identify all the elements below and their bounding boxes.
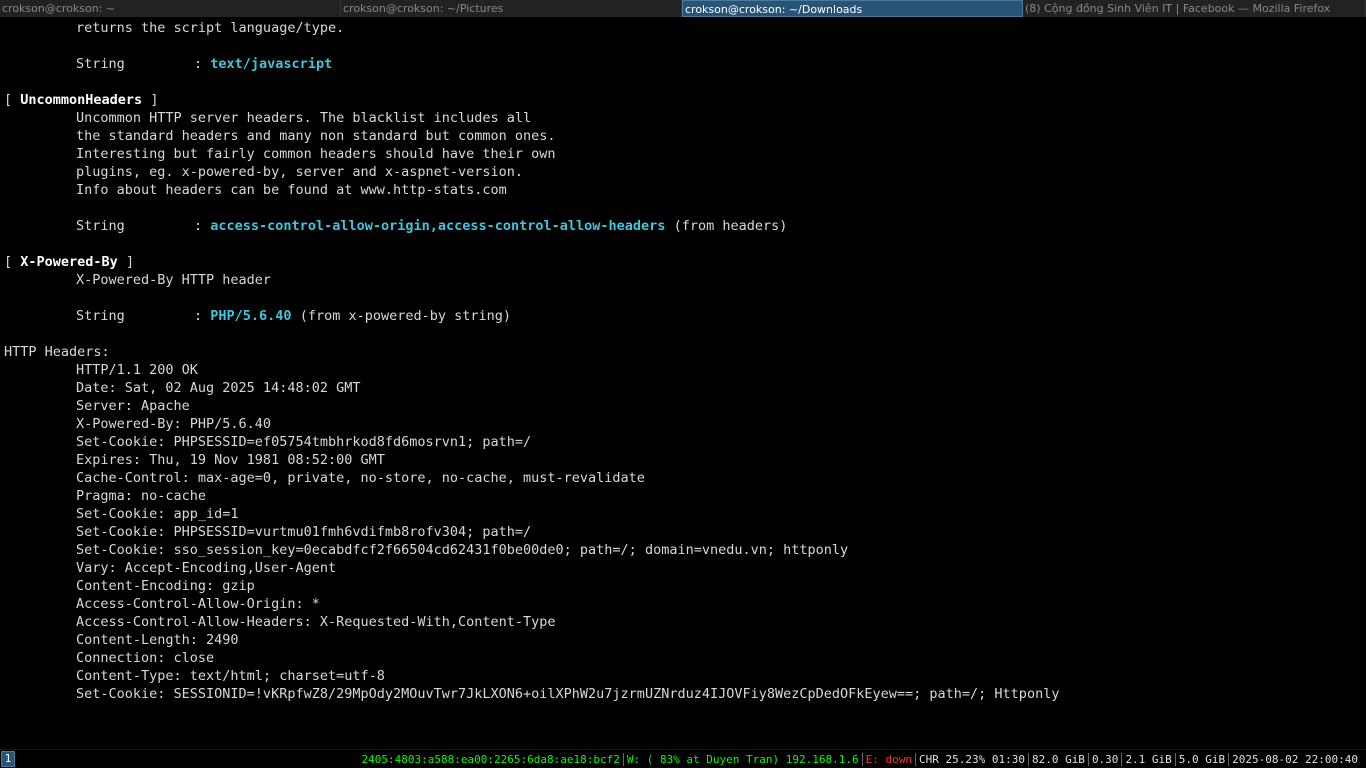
plugin-name: UncommonHeaders bbox=[20, 92, 143, 108]
plugin-string-line: String: access-control-allow-origin,acce… bbox=[0, 217, 1366, 235]
http-header-line: Pragma: no-cache bbox=[76, 488, 207, 504]
plugin-desc-line: the standard headers and many non standa… bbox=[76, 128, 556, 144]
status-battery: CHR 25.23% 01:30 bbox=[918, 753, 1025, 766]
status-separator bbox=[1087, 753, 1089, 766]
status-memory-free: 5.0 GiB bbox=[1178, 753, 1226, 766]
colon: : bbox=[194, 308, 203, 324]
string-value: access-control-allow-origin,access-contr… bbox=[210, 218, 666, 234]
http-header-line: X-Powered-By: PHP/5.6.40 bbox=[76, 416, 272, 432]
http-header-line: Set-Cookie: SESSIONID=!vKRpfwZ8/29MpOdy2… bbox=[76, 686, 1060, 702]
http-header-line: Expires: Thu, 19 Nov 1981 08:52:00 GMT bbox=[76, 452, 385, 468]
status-ipv6: 2405:4803:a588:ea00:2265:6da8:ae18:bcf2 bbox=[361, 753, 620, 766]
tab-firefox[interactable]: (8) Cộng đồng Sinh Viên IT | Facebook — … bbox=[1023, 0, 1366, 17]
status-wifi: W: ( 83% at Duyen Tran) 192.168.1.6 bbox=[626, 753, 859, 766]
bracket-close: ] bbox=[142, 92, 159, 108]
status-separator bbox=[861, 753, 863, 766]
bracket-close: ] bbox=[117, 254, 135, 270]
http-header-line: Vary: Accept-Encoding,User-Agent bbox=[76, 560, 337, 576]
tab-home-terminal[interactable]: crokson@crokson: ~ bbox=[0, 0, 341, 17]
http-headers-title: HTTP Headers: bbox=[4, 344, 110, 360]
http-header-line: Set-Cookie: sso_session_key=0ecabdfcf2f6… bbox=[76, 542, 849, 558]
plugin-header-uncommon-headers: [ UncommonHeaders ] bbox=[0, 91, 1366, 109]
plugin-header-x-powered-by: [ X-Powered-By ] bbox=[0, 253, 1366, 271]
bracket-open: [ bbox=[4, 92, 21, 108]
http-header-line: Server: Apache bbox=[76, 398, 190, 414]
plugin-name: X-Powered-By bbox=[20, 254, 118, 270]
string-suffix: (from headers) bbox=[665, 218, 788, 234]
http-header-line: HTTP/1.1 200 OK bbox=[76, 362, 198, 378]
status-datetime: 2025-08-02 22:00:40 bbox=[1232, 753, 1358, 766]
http-header-line: Date: Sat, 02 Aug 2025 14:48:02 GMT bbox=[76, 380, 361, 396]
string-value: PHP/5.6.40 bbox=[210, 308, 292, 324]
http-header-line: Access-Control-Allow-Headers: X-Requeste… bbox=[76, 614, 556, 630]
http-header-line: Cache-Control: max-age=0, private, no-st… bbox=[76, 470, 645, 486]
tab-downloads-terminal[interactable]: crokson@crokson: ~/Downloads bbox=[682, 0, 1023, 17]
status-bar: 1 2405:4803:a588:ea00:2265:6da8:ae18:bcf… bbox=[0, 749, 1366, 768]
window-tab-bar: crokson@crokson: ~ crokson@crokson: ~/Pi… bbox=[0, 0, 1366, 17]
string-suffix: (from x-powered-by string) bbox=[291, 308, 512, 324]
status-blocks: 2405:4803:a588:ea00:2265:6da8:ae18:bcf2 … bbox=[362, 750, 1358, 768]
status-disk: 82.0 GiB bbox=[1031, 753, 1085, 766]
http-header-line: Connection: close bbox=[76, 650, 215, 666]
tab-pictures-terminal[interactable]: crokson@crokson: ~/Pictures bbox=[341, 0, 682, 17]
string-key: String bbox=[76, 308, 125, 324]
bracket-open: [ bbox=[4, 254, 21, 270]
status-separator bbox=[1228, 753, 1230, 766]
plugin-desc-line: Interesting but fairly common headers sh… bbox=[76, 146, 556, 162]
plugin-desc-line: X-Powered-By HTTP header bbox=[76, 272, 272, 288]
status-separator bbox=[1174, 753, 1176, 766]
terminal-output[interactable]: returns the script language/type. String… bbox=[0, 19, 1366, 747]
plugin-desc-line: plugins, eg. x-powered-by, server and x-… bbox=[76, 164, 524, 180]
http-header-line: Access-Control-Allow-Origin: * bbox=[76, 596, 320, 612]
colon: : bbox=[194, 218, 203, 234]
colon: : bbox=[194, 56, 203, 72]
string-key: String bbox=[76, 56, 125, 72]
status-separator bbox=[1027, 753, 1029, 766]
status-load: 0.30 bbox=[1091, 753, 1119, 766]
http-header-line: Set-Cookie: app_id=1 bbox=[76, 506, 239, 522]
workspace-button[interactable]: 1 bbox=[1, 751, 15, 767]
status-memory-used: 2.1 GiB bbox=[1125, 753, 1172, 766]
plugin-desc-line: Uncommon HTTP server headers. The blackl… bbox=[76, 110, 532, 126]
terminal-line: returns the script language/type. bbox=[76, 20, 345, 36]
http-header-line: Content-Type: text/html; charset=utf-8 bbox=[76, 668, 385, 684]
status-ethernet: E: down bbox=[865, 753, 912, 766]
string-key: String bbox=[76, 218, 125, 234]
plugin-string-line: String: text/javascript bbox=[0, 55, 1366, 73]
status-separator bbox=[914, 753, 916, 766]
status-separator bbox=[622, 753, 624, 766]
status-separator bbox=[1121, 753, 1123, 766]
http-header-line: Content-Length: 2490 bbox=[76, 632, 239, 648]
string-value: text/javascript bbox=[210, 56, 333, 72]
plugin-string-line: String: PHP/5.6.40 (from x-powered-by st… bbox=[0, 307, 1366, 325]
http-header-line: Set-Cookie: PHPSESSID=vurtmu01fmh6vdifmb… bbox=[76, 524, 532, 540]
http-header-line: Content-Encoding: gzip bbox=[76, 578, 255, 594]
plugin-desc-line: Info about headers can be found at www.h… bbox=[76, 182, 507, 198]
http-header-line: Set-Cookie: PHPSESSID=ef05754tmbhrkod8fd… bbox=[76, 434, 532, 450]
